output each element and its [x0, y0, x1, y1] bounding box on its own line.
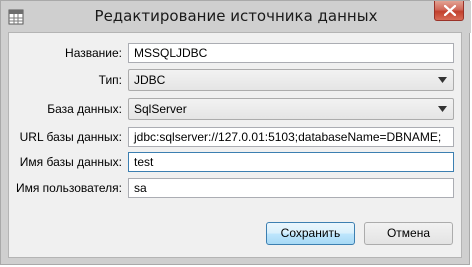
name-label: Название: — [65, 46, 122, 60]
type-select-value: JDBC — [134, 73, 166, 87]
close-button[interactable] — [434, 1, 464, 21]
url-label: URL базы данных: — [19, 130, 122, 144]
window-title: Редактирование источника данных — [94, 7, 378, 25]
chevron-down-icon — [438, 77, 447, 83]
cancel-button[interactable]: Отмена — [364, 222, 453, 245]
user-input[interactable]: sa — [128, 178, 454, 198]
type-select[interactable]: JDBC — [128, 69, 454, 91]
save-button[interactable]: Сохранить — [266, 222, 355, 245]
title-bar[interactable]: Редактирование источника данных — [1, 1, 471, 33]
chevron-down-icon — [438, 106, 447, 112]
name-input[interactable]: MSSQLJDBC — [128, 43, 454, 63]
user-label: Имя пользователя: — [15, 181, 122, 195]
url-input[interactable]: jdbc:sqlserver://127.0.01:5103;databaseN… — [128, 127, 454, 147]
database-select[interactable]: SqlServer — [128, 98, 454, 120]
close-icon — [444, 5, 456, 16]
database-label: База данных: — [47, 102, 122, 116]
db-name-input[interactable]: test — [128, 152, 454, 172]
db-name-label: Имя базы данных: — [19, 155, 122, 169]
dialog-window: Редактирование источника данных Название… — [0, 0, 471, 265]
app-grid-icon — [8, 9, 24, 25]
database-select-value: SqlServer — [134, 102, 187, 116]
type-label: Тип: — [98, 73, 122, 87]
dialog-content: Название: MSSQLJDBC Тип: JDBC База данны… — [8, 32, 462, 258]
